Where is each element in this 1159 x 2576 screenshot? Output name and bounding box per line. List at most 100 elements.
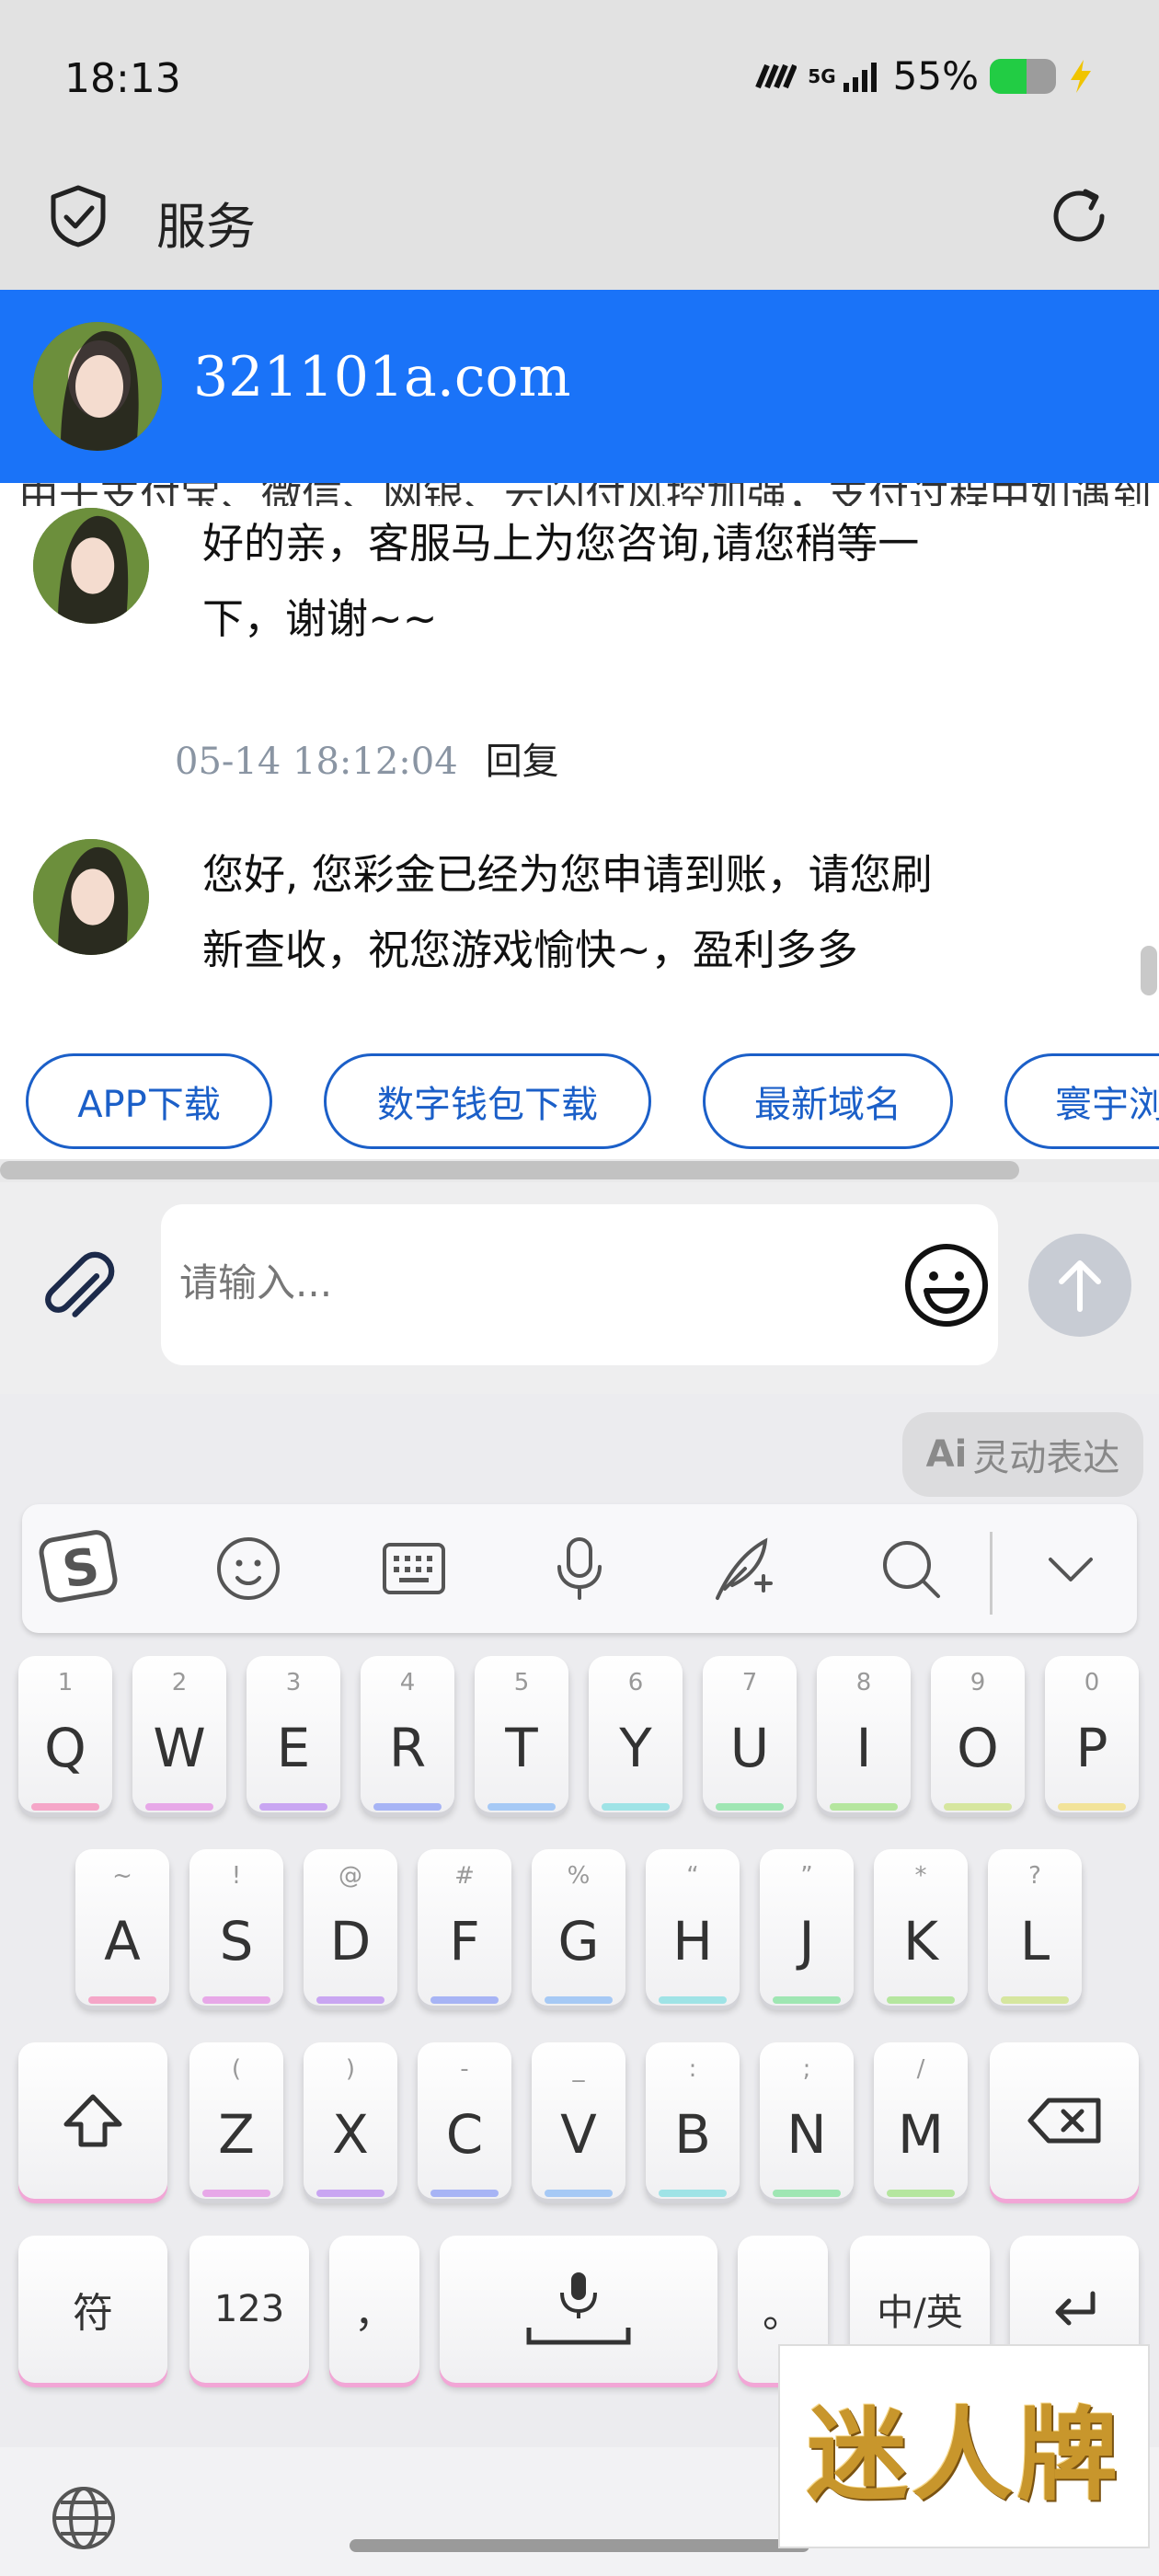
key-glow [830,1803,898,1811]
key-a[interactable]: ~ A [75,1849,169,2006]
key-i[interactable]: 8I [817,1656,911,1812]
search-icon[interactable] [874,1532,947,1605]
key-hint: ” [800,1862,813,1890]
page-title: 服务 [156,198,256,256]
attachment-icon[interactable] [35,1242,127,1334]
symbols-key[interactable]: 符 [18,2236,167,2383]
microphone-icon[interactable] [543,1532,616,1605]
shift-key[interactable] [18,2042,167,2199]
key-hint: 6 [627,1669,644,1696]
shield-check-icon[interactable] [46,184,110,248]
key-glow [31,1803,99,1811]
refresh-icon[interactable] [1045,182,1113,250]
key-glow [430,1996,499,2004]
carrier-icon [755,63,798,88]
key-e[interactable]: 3E [247,1656,340,1812]
comma-key[interactable]: ， [329,2236,419,2383]
key-r[interactable]: 4R [361,1656,454,1812]
key-hint: 7 [741,1669,758,1696]
send-button[interactable] [1028,1234,1131,1337]
key-glow [145,1803,213,1811]
emoji-icon[interactable] [902,1241,991,1329]
key-v[interactable]: _ V [532,2042,625,2199]
key-letter: S [219,1910,254,1972]
message-input[interactable] [179,1241,860,1324]
browser-download-button[interactable]: 寰宇浏 [1004,1053,1159,1149]
key-hint: ? [1028,1862,1041,1890]
key-h[interactable]: “H [646,1849,740,2006]
key-glow [202,2190,270,2197]
site-domain: 321101a.com [193,345,571,409]
key-hint: 1 [57,1669,74,1696]
key-o[interactable]: 9O [931,1656,1025,1812]
key-hint: 5 [513,1669,530,1696]
key-g[interactable]: % G [532,1849,625,2006]
wallet-download-button[interactable]: 数字钱包下载 [324,1053,651,1149]
key-z[interactable]: (Z [189,2042,283,2199]
key-y[interactable]: 6Y [589,1656,683,1812]
keyboard-icon[interactable] [377,1532,451,1605]
key-hint: % [567,1862,591,1890]
agent-avatar [33,508,149,624]
key-letter: J [798,1910,815,1972]
key-hint: @ [339,1862,362,1890]
key-l[interactable]: ? L [988,1849,1082,2006]
key-q[interactable]: 1Q [18,1656,112,1812]
message-text: 您好, 您彩金已经为您申请到账，请您刷新查收，祝您游戏愉快~，盈利多多 [175,837,984,988]
agent-avatar [33,322,162,451]
shift-icon [63,2094,122,2147]
chat-messages[interactable]: 好的亲，客服马上为您咨询,请您稍等一下，谢谢~~ 05-14 18:12:04 回… [0,506,1159,1021]
key-d[interactable]: @ D [304,1849,397,2006]
key-letter: Q [44,1717,86,1779]
key-n[interactable]: ; N [760,2042,854,2199]
key-hint: : [688,2055,697,2083]
key-glow [430,2190,499,2197]
chevron-down-icon[interactable] [1034,1532,1107,1605]
backspace-key[interactable] [990,2042,1139,2199]
reply-link[interactable]: 回复 [486,741,559,783]
key-t[interactable]: 5T [475,1656,568,1812]
latest-domain-button[interactable]: 最新域名 [703,1053,953,1149]
key-x[interactable]: ) X [304,2042,397,2199]
key-u[interactable]: 7U [703,1656,797,1812]
message-meta: 05-14 18:12:04 回复 [175,731,559,785]
key-hint: 3 [285,1669,302,1696]
charging-icon [1071,59,1091,93]
key-letter: G [557,1910,600,1972]
sogou-logo-icon[interactable]: S [39,1524,121,1607]
key-m[interactable]: / M [874,2042,968,2199]
ai-label: Ai [925,1433,968,1476]
app-header: 服务 [0,156,1159,290]
key-hint: / [916,2055,925,2083]
key-b[interactable]: :B [646,2042,740,2199]
quick-links-scrollbar[interactable] [0,1161,1019,1179]
key-letter: Y [619,1717,652,1779]
key-glow [316,1996,384,2004]
watermark-text: 迷人牌 [807,2396,1121,2514]
emoji-icon[interactable] [212,1532,285,1605]
status-time: 18:13 [64,55,181,102]
message-composer [0,1182,1159,1394]
key-s[interactable]: ! S [189,1849,283,2006]
key-letter: H [672,1910,713,1972]
key-k[interactable]: * K [874,1849,968,2006]
app-download-button[interactable]: APP下载 [26,1053,272,1149]
chat-scrollbar[interactable] [1141,946,1157,995]
key-w[interactable]: 2W [132,1656,226,1812]
key-glow [887,2190,955,2197]
key-p[interactable]: 0P [1045,1656,1139,1812]
ai-express-button[interactable]: Ai 灵动表达 [902,1412,1143,1497]
home-indicator[interactable] [350,2539,809,2552]
key-hint: ! [231,1862,242,1890]
key-letter: W [153,1717,206,1779]
message-timestamp: 05-14 18:12:04 [175,741,458,783]
key-letter: T [505,1717,538,1779]
quill-icon[interactable] [708,1532,782,1605]
numbers-key[interactable]: 123 [189,2236,309,2383]
key-f[interactable]: # F [418,1849,511,2006]
key-c[interactable]: -C [418,2042,511,2199]
globe-icon[interactable] [50,2484,118,2552]
key-j[interactable]: ” J [760,1849,854,2006]
space-key[interactable] [440,2236,717,2383]
key-hint: “ [686,1862,699,1890]
